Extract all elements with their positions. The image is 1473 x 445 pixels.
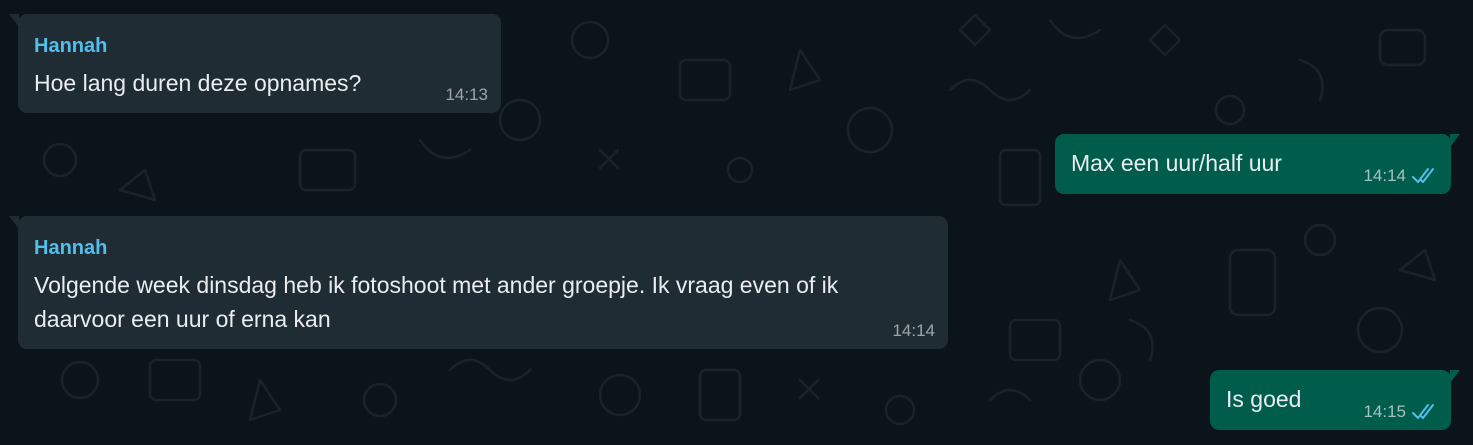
message-text: Volgende week dinsdag heb ik fotoshoot m… (34, 272, 839, 332)
chat-message-area[interactable]: Hannah Hoe lang duren deze opnames? 14:1… (0, 0, 1473, 445)
outgoing-message-bubble[interactable]: Is goed 14:15 (1210, 370, 1460, 430)
double-check-read-icon (1412, 168, 1434, 183)
message-meta: 14:15 (1363, 402, 1438, 422)
message-time: 14:14 (1363, 166, 1406, 185)
message-text: Hoe lang duren deze opnames? (34, 70, 362, 96)
bubble-tail (9, 14, 19, 27)
message-meta: 14:14 (892, 321, 935, 341)
message-time: 14:14 (892, 321, 935, 340)
incoming-message-bubble[interactable]: Hannah Hoe lang duren deze opnames? 14:1… (9, 14, 501, 113)
message-time: 14:15 (1363, 402, 1406, 421)
message-text: Is goed (1226, 386, 1302, 412)
message-meta: 14:13 (445, 85, 488, 105)
outgoing-message-bubble[interactable]: Max een uur/half uur 14:14 (1055, 134, 1460, 194)
sender-name[interactable]: Hannah (34, 34, 107, 58)
message-time: 14:13 (445, 85, 488, 104)
bubble-tail (1450, 134, 1460, 147)
incoming-message-bubble[interactable]: Hannah Volgende week dinsdag heb ik foto… (9, 216, 948, 349)
message-meta: 14:14 (1363, 166, 1438, 186)
bubble-tail (9, 216, 19, 229)
message-text: Max een uur/half uur (1071, 150, 1282, 176)
double-check-read-icon (1412, 404, 1434, 419)
bubble-tail (1450, 370, 1460, 383)
sender-name[interactable]: Hannah (34, 236, 107, 260)
